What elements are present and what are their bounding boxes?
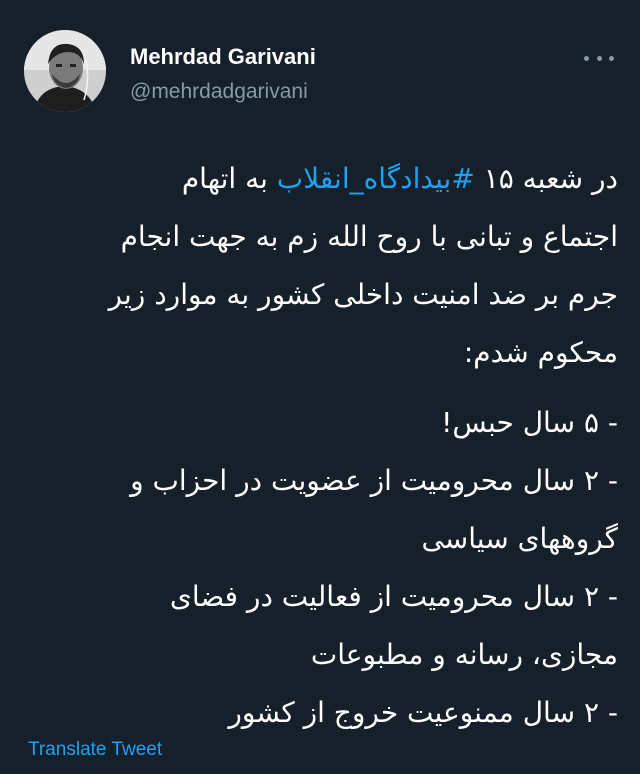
tweet-text-segment: در شعبه ۱۵ bbox=[474, 162, 618, 195]
sentence-item: - ۲ سال ممنوعیت خروج از کشور bbox=[228, 696, 618, 729]
tweet-card: Mehrdad Garivani @mehrdadgarivani در شعب… bbox=[0, 0, 640, 774]
author-name[interactable]: Mehrdad Garivani bbox=[130, 44, 316, 70]
tweet-text: در شعبه ۱۵ #بیدادگاه_انقلاب به اتهام اجت… bbox=[22, 150, 618, 742]
more-dot bbox=[609, 55, 614, 61]
sentence-item: - ۲ سال محرومیت از عضویت در احزاب و bbox=[130, 464, 618, 497]
tweet-line: جرم بر ضد امنیت داخلی کشور به موارد زیر bbox=[108, 278, 618, 311]
more-dot bbox=[596, 55, 602, 61]
tweet-text-segment: به اتهام bbox=[181, 162, 277, 195]
tweet-line: محکوم شدم: bbox=[463, 336, 618, 369]
tweet-line: در شعبه ۱۵ #بیدادگاه_انقلاب به اتهام bbox=[22, 150, 618, 208]
more-horizontal-icon[interactable] bbox=[584, 50, 614, 66]
sentence-item: - ۲ سال محرومیت از فعالیت در فضای bbox=[169, 580, 618, 613]
avatar-photo bbox=[24, 30, 106, 112]
tweet-line: اجتماع و تبانی با روح الله زم به جهت انج… bbox=[120, 220, 618, 253]
author-handle[interactable]: @mehrdadgarivani bbox=[130, 80, 308, 104]
avatar[interactable] bbox=[24, 30, 106, 112]
sentence-item-continuation: مجازی، رسانه و مطبوعات bbox=[310, 638, 618, 671]
sentence-item-continuation: گروههای سیاسی bbox=[421, 522, 618, 555]
sentence-item: - ۵ سال حبس! bbox=[441, 406, 618, 439]
translate-tweet-link[interactable]: Translate Tweet bbox=[28, 739, 162, 761]
hashtag-link[interactable]: #بیدادگاه_انقلاب bbox=[277, 162, 475, 195]
more-dot bbox=[584, 55, 589, 61]
